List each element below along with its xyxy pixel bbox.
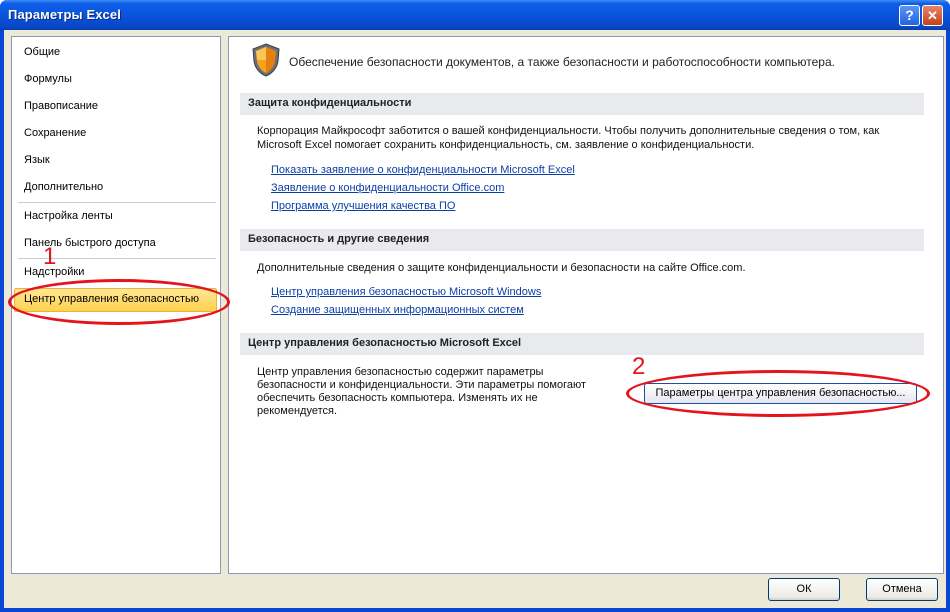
ok-button[interactable]: ОК — [768, 578, 840, 601]
section-header-privacy: Защита конфиденциальности — [240, 93, 924, 115]
privacy-text-line-1: Корпорация Майкрософт заботится о вашей … — [257, 125, 880, 137]
sidebar-item-general[interactable]: Общие — [14, 41, 217, 65]
sidebar-item-label: Правописание — [24, 100, 99, 112]
sidebar-item-label: Настройка ленты — [24, 210, 113, 222]
trust-center-text-line-4: рекомендуется. — [257, 405, 338, 417]
sidebar-item-label: Общие — [24, 46, 61, 58]
sidebar-item-advanced[interactable]: Дополнительно — [14, 176, 217, 200]
sidebar-item-language[interactable]: Язык — [14, 149, 217, 173]
section-title: Центр управления безопасностью Microsoft… — [248, 337, 522, 349]
section-title: Защита конфиденциальности — [248, 97, 412, 109]
security-info-text: Дополнительные сведения о защите конфиде… — [257, 262, 746, 274]
annotation-number-1: 1 — [43, 243, 57, 270]
annotation-number-2: 2 — [632, 353, 646, 380]
link-windows-security-center[interactable]: Центр управления безопасностью Microsoft… — [271, 286, 541, 298]
section-title: Безопасность и другие сведения — [248, 233, 430, 245]
security-shield-icon — [252, 43, 280, 77]
trust-center-text-line-1: Центр управления безопасностью содержит … — [257, 366, 544, 378]
title-bar: Параметры Excel ? ✕ — [0, 0, 950, 30]
sidebar-item-formulas[interactable]: Формулы — [14, 68, 217, 92]
window-title: Параметры Excel — [8, 7, 121, 22]
sidebar-divider — [18, 202, 216, 203]
close-button[interactable]: ✕ — [922, 5, 943, 26]
section-header-excel-trust-center: Центр управления безопасностью Microsoft… — [240, 333, 924, 355]
annotation-circle-2 — [626, 370, 930, 417]
privacy-text-line-2: Microsoft Excel помогает сохранить конфи… — [257, 139, 755, 151]
sidebar-item-save[interactable]: Сохранение — [14, 122, 217, 146]
link-ceip[interactable]: Программа улучшения качества ПО — [271, 200, 455, 212]
page-header-text: Обеспечение безопасности документов, а т… — [289, 55, 835, 69]
cancel-button[interactable]: Отмена — [866, 578, 938, 601]
sidebar-item-label: Формулы — [24, 73, 72, 85]
sidebar-item-label: Язык — [24, 154, 50, 166]
trust-center-pane: Обеспечение безопасности документов, а т… — [228, 36, 944, 574]
section-header-security-info: Безопасность и другие сведения — [240, 229, 924, 251]
trust-center-text-line-3: обеспечить безопасность компьютера. Изме… — [257, 392, 538, 404]
link-office-privacy-statement[interactable]: Заявление о конфиденциальности Office.co… — [271, 182, 504, 194]
excel-options-window: Параметры Excel ? ✕ Общие Формулы Правоп… — [0, 0, 950, 612]
link-excel-privacy-statement[interactable]: Показать заявление о конфиденциальности … — [271, 164, 575, 176]
close-icon: ✕ — [927, 8, 938, 23]
help-icon: ? — [905, 7, 914, 23]
help-button[interactable]: ? — [899, 5, 920, 26]
trust-center-text-line-2: безопасности и конфиденциальности. Эти п… — [257, 379, 587, 391]
sidebar-item-label: Дополнительно — [24, 181, 104, 193]
sidebar-item-label: Сохранение — [24, 127, 87, 139]
sidebar-item-proofing[interactable]: Правописание — [14, 95, 217, 119]
sidebar-item-customize-ribbon[interactable]: Настройка ленты — [14, 205, 217, 229]
annotation-circle-1 — [8, 279, 230, 325]
link-trustworthy-computing[interactable]: Создание защищенных информационных систе… — [271, 304, 524, 316]
